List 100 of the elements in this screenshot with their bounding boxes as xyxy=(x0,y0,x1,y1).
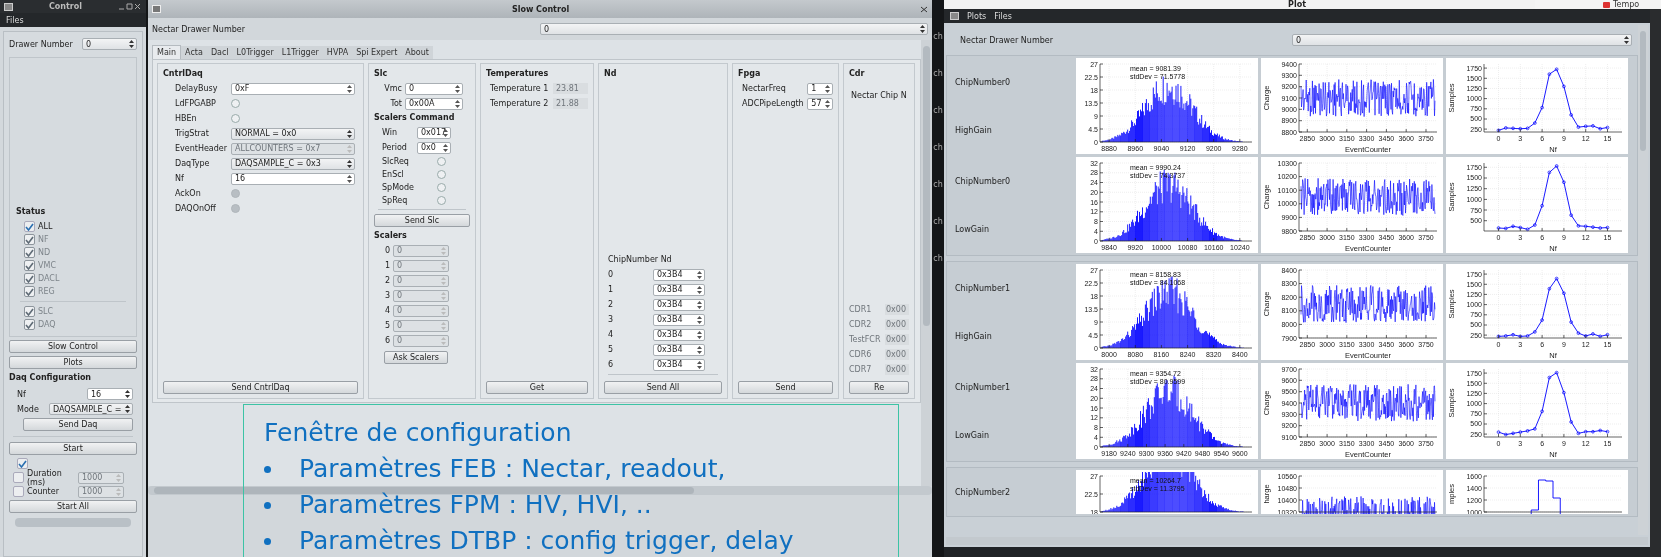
tab[interactable]: Spi Expert xyxy=(352,46,402,59)
spin-box[interactable]: 0x3B4 xyxy=(653,298,705,311)
spin-box[interactable]: 1000 xyxy=(78,471,124,484)
send-daq-button[interactable]: Send Daq xyxy=(23,418,133,431)
spin-box[interactable]: 16 xyxy=(231,172,355,185)
data-point xyxy=(1547,286,1552,291)
field-label: 4 xyxy=(608,330,615,339)
spin-box[interactable]: 0 xyxy=(393,304,449,317)
spin-box[interactable]: 1000 xyxy=(78,485,124,498)
field-label: AckOn xyxy=(175,189,202,198)
menu-item[interactable]: Plots xyxy=(967,11,987,21)
radio-button[interactable] xyxy=(437,183,446,192)
tab[interactable]: Dacl xyxy=(206,46,233,59)
menu-item[interactable]: Files xyxy=(6,15,24,25)
tab[interactable]: L0Trigger xyxy=(232,46,278,59)
field-label: Nectar Drawer Number xyxy=(960,35,1053,45)
data-point xyxy=(1511,333,1515,337)
spin-box[interactable]: 0x3B4 xyxy=(653,328,705,341)
drawer-combo[interactable]: 0 xyxy=(82,38,137,50)
radio-button[interactable] xyxy=(231,99,240,108)
checkbox[interactable] xyxy=(13,486,24,497)
send-button[interactable]: Send xyxy=(738,381,833,394)
spin-box[interactable]: 0x3B4 xyxy=(653,283,705,296)
spin-box[interactable]: 1 xyxy=(807,82,833,95)
spin-box[interactable]: 0 xyxy=(393,289,449,302)
field-label: Nf xyxy=(175,174,185,183)
data-point xyxy=(1569,213,1573,217)
scrollbar[interactable] xyxy=(921,40,932,486)
data-point xyxy=(1591,124,1595,128)
nf-spin-box[interactable]: 16 xyxy=(87,388,133,400)
spin-box[interactable]: 0x3B4 xyxy=(653,313,705,326)
spin-arrows-icon xyxy=(443,128,448,137)
field-label: 4 xyxy=(383,306,390,315)
field-label: EnScl xyxy=(381,170,405,179)
data-point xyxy=(1591,225,1595,229)
close-icon[interactable] xyxy=(920,5,928,13)
readout-field: 0x00 xyxy=(885,364,909,375)
combo-box[interactable]: DAQSAMPLE_C = 0x3 xyxy=(231,157,355,170)
checkbox-label: DAQ xyxy=(38,320,56,329)
bullet-text: Paramètres FEB : Nectar, readout, xyxy=(299,453,726,485)
drawer-combo[interactable]: 0 xyxy=(1292,34,1632,46)
spin-box[interactable]: 0 xyxy=(405,82,463,95)
tab[interactable]: Acta xyxy=(181,46,207,59)
tab[interactable]: HVPA xyxy=(322,46,353,59)
spin-box[interactable]: 0 xyxy=(393,274,449,287)
start-button[interactable]: Start xyxy=(9,442,137,455)
spin-box[interactable]: 0x017 xyxy=(417,126,451,139)
mode-combo[interactable]: DAQSAMPLE_C = xyxy=(49,403,133,415)
spin-box[interactable]: 57 xyxy=(807,97,833,110)
spin-arrows-icon xyxy=(455,84,460,93)
drawer-combo[interactable]: 0 xyxy=(540,23,928,35)
combo-box[interactable]: NORMAL = 0x0 xyxy=(231,127,355,140)
push-button[interactable]: Plots xyxy=(9,356,137,369)
checkbox-label: NF xyxy=(38,235,49,244)
gain-label: LowGain xyxy=(955,224,991,234)
background-text: ch xyxy=(933,143,943,152)
spin-box[interactable]: 0x3B4 xyxy=(653,268,705,281)
data-point xyxy=(1533,330,1537,334)
send-button[interactable]: Send CntrlDaq xyxy=(163,381,358,394)
start-all-button[interactable]: Start All xyxy=(9,500,137,513)
window-icon xyxy=(152,5,161,13)
spin-box[interactable]: 0x3B4 xyxy=(653,343,705,356)
scrollbar[interactable] xyxy=(1638,25,1648,535)
radio-button[interactable] xyxy=(231,114,240,123)
radio-button[interactable] xyxy=(437,170,446,179)
spin-box[interactable]: 0 xyxy=(393,259,449,272)
radio-button[interactable] xyxy=(437,196,446,205)
field-label: LdFPGABP xyxy=(175,99,217,108)
field-label: HBEn xyxy=(175,114,198,123)
scrollbar[interactable] xyxy=(15,518,131,527)
data-point xyxy=(1504,432,1508,437)
data-point xyxy=(1525,126,1530,131)
data-point xyxy=(1496,128,1501,133)
checkbox[interactable] xyxy=(13,472,24,483)
window-controls-icon[interactable] xyxy=(118,3,142,10)
send-button[interactable]: Send Slc xyxy=(374,214,470,227)
spin-box[interactable]: 0xF xyxy=(231,82,355,95)
push-button[interactable]: Slow Control xyxy=(9,340,137,353)
send-all-button[interactable]: Send All xyxy=(604,381,722,394)
radio-button[interactable] xyxy=(437,157,446,166)
spin-box[interactable]: 0 xyxy=(393,319,449,332)
checkbox[interactable] xyxy=(17,458,28,469)
data-point xyxy=(1576,431,1581,436)
field-label: ADCPipeLength xyxy=(741,99,805,108)
spin-box[interactable]: 0x0 xyxy=(417,141,451,154)
tab[interactable]: L1Trigger xyxy=(277,46,323,59)
spin-box[interactable]: 0x3B4 xyxy=(653,358,705,371)
window-icon xyxy=(4,2,13,11)
spin-arrows-icon xyxy=(125,405,130,413)
spin-box[interactable]: 0 xyxy=(393,334,449,347)
tab[interactable]: Main xyxy=(152,45,182,59)
checkbox[interactable] xyxy=(24,221,35,232)
get-button[interactable]: Get xyxy=(486,381,588,394)
tab[interactable]: About xyxy=(401,46,433,59)
data-point xyxy=(1518,225,1523,230)
menu-item[interactable]: Files xyxy=(994,11,1012,21)
read-button[interactable]: Re xyxy=(849,381,909,394)
ask-button[interactable]: Ask Scalers xyxy=(384,351,448,364)
spin-box[interactable]: 0x00A xyxy=(405,97,463,110)
spin-box[interactable]: 0 xyxy=(393,244,449,257)
